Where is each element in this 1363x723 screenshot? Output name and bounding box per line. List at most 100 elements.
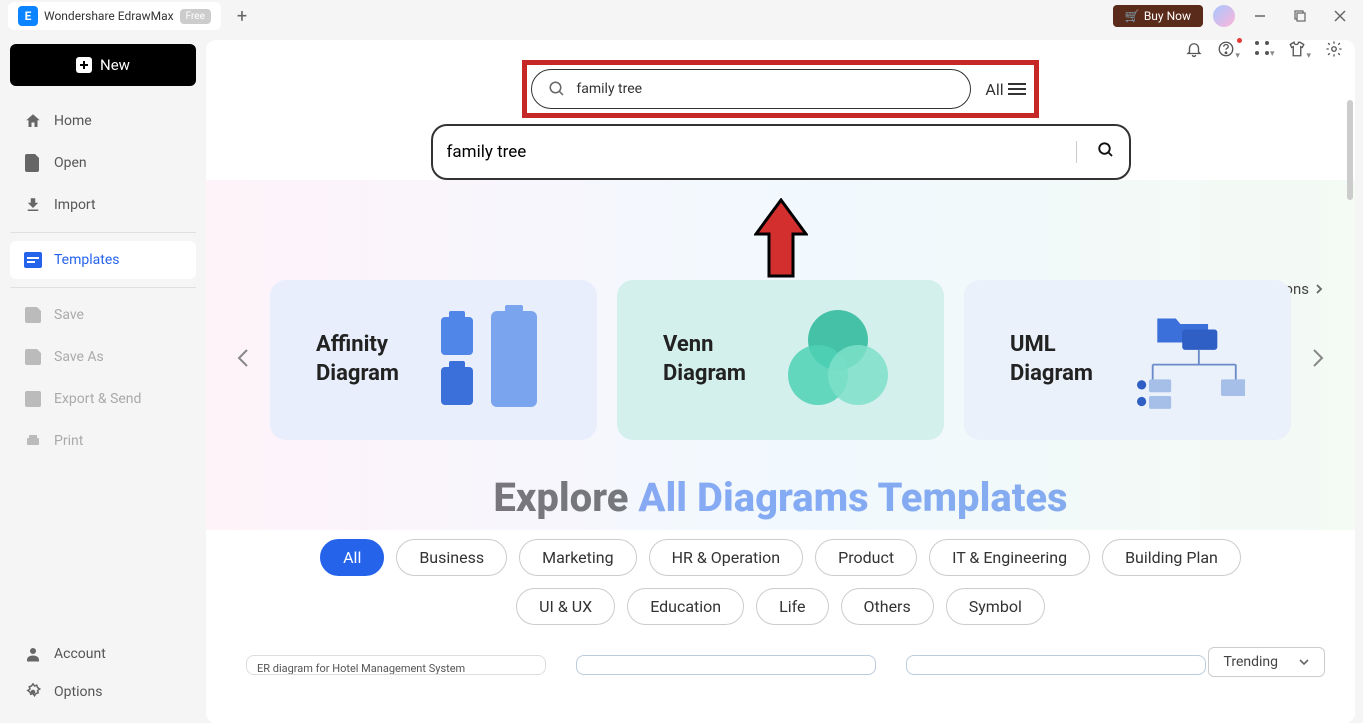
templates-icon [24,251,42,269]
carousel-next[interactable] [1311,348,1325,373]
buy-now-label: Buy Now [1144,9,1191,23]
sidebar-item-options[interactable]: Options [10,673,196,711]
search-input[interactable] [576,81,954,97]
saveas-icon [24,348,42,366]
trending-label: Trending [1223,654,1278,670]
carousel-card-uml[interactable]: UML Diagram [964,280,1291,440]
sidebar-item-label: Export & Send [54,391,141,407]
home-icon [24,112,42,130]
big-search-input[interactable] [447,130,1076,174]
template-card[interactable]: ER diagram for Hotel Management System [246,655,546,675]
category-pill-symbol[interactable]: Symbol [946,588,1045,625]
category-pill-others[interactable]: Others [841,588,934,625]
scrollbar[interactable] [1347,100,1353,200]
carousel-prev[interactable] [236,348,250,373]
red-arrow-annotation [754,198,808,280]
category-pill-all[interactable]: All [320,539,384,576]
sidebar: New Home Open Import Templates [0,32,206,723]
buy-now-button[interactable]: 🛒 Buy Now [1113,5,1203,27]
category-pill-uiux[interactable]: UI & UX [516,588,615,625]
category-pill-education[interactable]: Education [627,588,744,625]
file-icon [24,154,42,172]
sidebar-item-print: Print [10,422,196,460]
carousel-card-venn[interactable]: Venn Diagram [617,280,944,440]
sidebar-item-home[interactable]: Home [10,102,196,140]
sidebar-item-account[interactable]: Account [10,635,196,673]
free-badge: Free [180,9,211,24]
menu-icon [1008,82,1026,96]
search-submit-icon[interactable] [1076,141,1115,163]
new-button[interactable]: New [10,44,196,86]
sidebar-item-templates[interactable]: Templates [10,241,196,279]
card-title: Venn Diagram [663,331,746,388]
close-button[interactable] [1325,1,1355,31]
all-filter-label: All [985,80,1003,99]
uml-graphic-icon [1125,305,1245,415]
category-pill-business[interactable]: Business [396,539,507,576]
titlebar: E Wondershare EdrawMax Free + 🛒 Buy Now [0,0,1363,32]
import-icon [24,196,42,214]
sidebar-item-label: Print [54,433,83,449]
templates-row: ER diagram for Hotel Management System [206,655,1355,675]
search-highlight-box: All [522,60,1038,118]
app-name-label: Wondershare EdrawMax [44,9,174,23]
top-toolbar: ▾ ▾ ▾ [1185,40,1343,62]
sidebar-divider [10,232,196,233]
cart-icon: 🛒 [1125,9,1140,23]
titlebar-left: E Wondershare EdrawMax Free + [8,2,255,30]
avatar[interactable] [1213,5,1235,27]
main: ▾ ▾ ▾ All [206,32,1363,723]
titlebar-right: 🛒 Buy Now [1113,1,1355,31]
template-carousel: Affinity Diagram Venn Diagram [206,280,1355,440]
help-icon[interactable]: ▾ [1217,40,1240,62]
plus-icon [76,57,92,73]
sidebar-item-save: Save [10,296,196,334]
gear-icon [24,683,42,701]
sidebar-item-label: Home [54,113,92,129]
category-pill-marketing[interactable]: Marketing [519,539,636,576]
sidebar-item-label: Account [54,646,106,662]
category-pill-it[interactable]: IT & Engineering [929,539,1090,576]
carousel-card-affinity[interactable]: Affinity Diagram [270,280,597,440]
chevron-down-icon [1298,658,1310,666]
export-icon [24,390,42,408]
sidebar-item-label: Templates [54,252,120,268]
category-pill-building[interactable]: Building Plan [1102,539,1241,576]
category-pill-hr[interactable]: HR & Operation [649,539,804,576]
new-tab-button[interactable]: + [229,6,255,27]
minimize-button[interactable] [1245,1,1275,31]
category-pill-life[interactable]: Life [756,588,828,625]
template-card[interactable] [576,655,876,675]
sidebar-divider [10,287,196,288]
sidebar-item-saveas: Save As [10,338,196,376]
sidebar-item-open[interactable]: Open [10,144,196,182]
category-row: All Business Marketing HR & Operation Pr… [206,539,1355,625]
sidebar-item-label: Save As [54,349,104,365]
sidebar-item-export: Export & Send [10,380,196,418]
bell-icon[interactable] [1185,40,1203,62]
big-search-box[interactable] [431,124,1131,180]
sidebar-item-label: Import [54,197,96,213]
search-pill[interactable] [531,69,971,109]
all-filter[interactable]: All [985,80,1025,99]
maximize-button[interactable] [1285,1,1315,31]
card-title: Affinity Diagram [316,331,399,388]
print-icon [24,432,42,450]
sidebar-item-label: Save [54,307,84,323]
sidebar-item-label: Open [54,155,87,171]
search-icon [548,80,566,98]
apps-icon[interactable]: ▾ [1254,40,1275,62]
sidebar-item-label: Options [54,684,102,700]
account-icon [24,645,42,663]
app-logo-icon: E [18,6,38,26]
affinity-graphic-icon [431,305,551,415]
settings-icon[interactable] [1325,40,1343,62]
template-card[interactable] [906,655,1206,675]
category-pill-product[interactable]: Product [815,539,917,576]
sidebar-item-import[interactable]: Import [10,186,196,224]
trending-dropdown[interactable]: Trending [1208,647,1325,677]
card-title: UML Diagram [1010,331,1093,388]
venn-graphic-icon [778,305,898,415]
shirt-icon[interactable]: ▾ [1288,40,1311,62]
app-tab[interactable]: E Wondershare EdrawMax Free [8,2,221,30]
